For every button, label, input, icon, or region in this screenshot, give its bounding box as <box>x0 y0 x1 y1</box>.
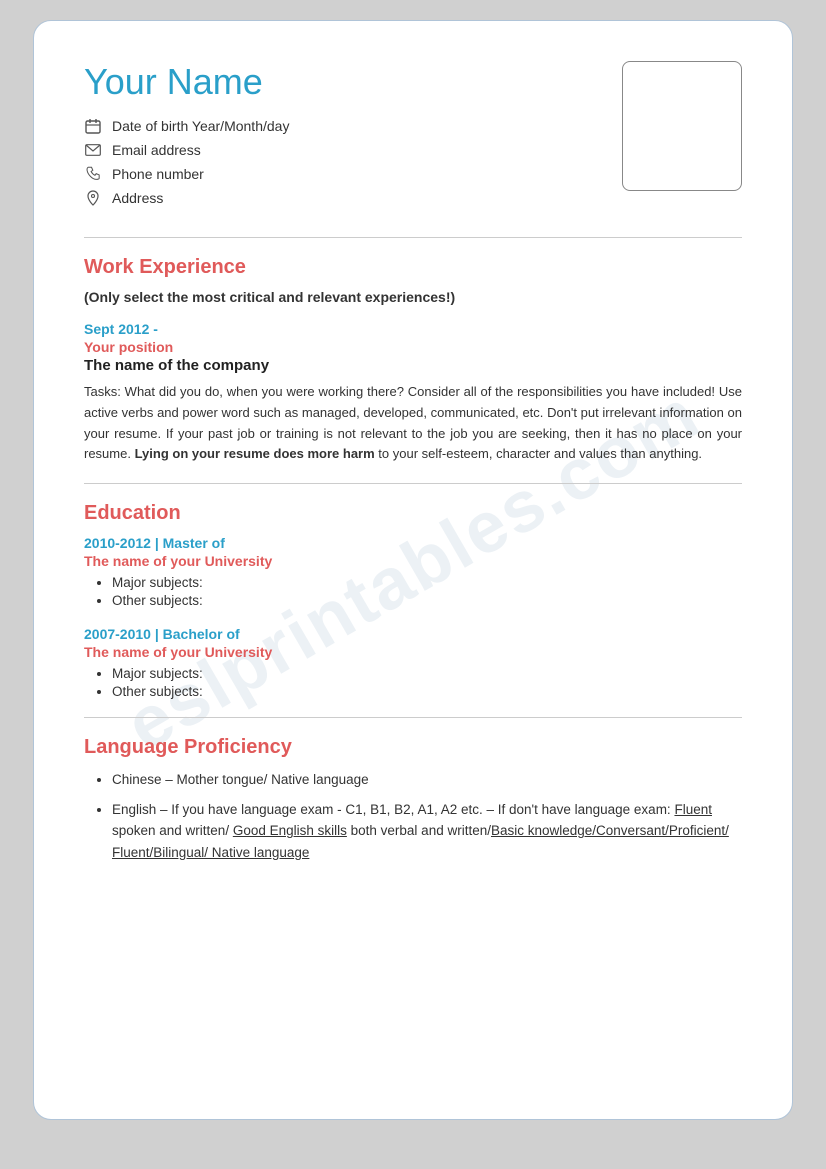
email-row: Email address <box>84 141 602 159</box>
phone-label: Phone number <box>112 166 204 182</box>
language-list: Chinese – Mother tongue/ Native language… <box>84 769 742 863</box>
candidate-name: Your Name <box>84 61 602 103</box>
edu-subject-item: Other subjects: <box>112 593 742 608</box>
address-icon <box>84 189 102 207</box>
email-label: Email address <box>112 142 201 158</box>
email-icon <box>84 141 102 159</box>
work-experience-title: Work Experience <box>84 256 742 279</box>
lang-item-english: English – If you have language exam - C1… <box>112 799 742 864</box>
work-experience-note: (Only select the most critical and relev… <box>84 289 742 305</box>
work-tasks-bold: Lying on your resume does more harm <box>135 446 375 461</box>
edu-entry-0: 2010-2012 | Master of The name of your U… <box>84 535 742 608</box>
work-experience-section: Work Experience (Only select the most cr… <box>84 256 742 465</box>
education-section: Education 2010-2012 | Master of The name… <box>84 502 742 699</box>
dob-label: Date of birth Year/Month/day <box>112 118 289 134</box>
lang-mid2: both verbal and written/ <box>347 823 491 838</box>
edu-university-0: The name of your University <box>84 553 742 569</box>
lang-fluent-underline: Fluent <box>674 802 712 817</box>
language-title: Language Proficiency <box>84 736 742 759</box>
dob-row: Date of birth Year/Month/day <box>84 117 602 135</box>
edu-university-1: The name of your University <box>84 644 742 660</box>
work-position: Your position <box>84 339 742 355</box>
address-row: Address <box>84 189 602 207</box>
edu-entry-1: 2007-2010 | Bachelor of The name of your… <box>84 626 742 699</box>
edu-date-degree-1: 2007-2010 | Bachelor of <box>84 626 742 642</box>
education-title: Education <box>84 502 742 525</box>
lang-item-chinese: Chinese – Mother tongue/ Native language <box>112 769 742 791</box>
work-entry: Sept 2012 - Your position The name of th… <box>84 321 742 465</box>
header: Your Name Date of birth Year/Month/day <box>84 61 742 213</box>
lang-good-english-underline: Good English skills <box>233 823 347 838</box>
edu-subject-item: Major subjects: <box>112 666 742 681</box>
photo-placeholder <box>622 61 742 191</box>
edu-subject-item: Other subjects: <box>112 684 742 699</box>
edu-date-degree-0: 2010-2012 | Master of <box>84 535 742 551</box>
dob-icon <box>84 117 102 135</box>
work-company: The name of the company <box>84 357 742 374</box>
work-tasks-suffix: to your self-esteem, character and value… <box>378 446 702 461</box>
header-left: Your Name Date of birth Year/Month/day <box>84 61 602 213</box>
phone-row: Phone number <box>84 165 602 183</box>
work-tasks: Tasks: What did you do, when you were wo… <box>84 382 742 465</box>
work-education-divider <box>84 483 742 484</box>
edu-subject-item: Major subjects: <box>112 575 742 590</box>
edu-subjects-1: Major subjects: Other subjects: <box>84 666 742 699</box>
address-label: Address <box>112 190 163 206</box>
lang-english-prefix: English – If you have language exam - C1… <box>112 802 674 817</box>
lang-chinese-text: Chinese – Mother tongue/ Native language <box>112 772 369 787</box>
phone-icon <box>84 165 102 183</box>
edu-subjects-0: Major subjects: Other subjects: <box>84 575 742 608</box>
education-language-divider <box>84 717 742 718</box>
language-section: Language Proficiency Chinese – Mother to… <box>84 736 742 863</box>
resume-card: eslprintables.com Your Name Date of birt… <box>33 20 793 1120</box>
work-date: Sept 2012 - <box>84 321 742 337</box>
header-divider <box>84 237 742 238</box>
lang-mid1: spoken and written/ <box>112 823 233 838</box>
